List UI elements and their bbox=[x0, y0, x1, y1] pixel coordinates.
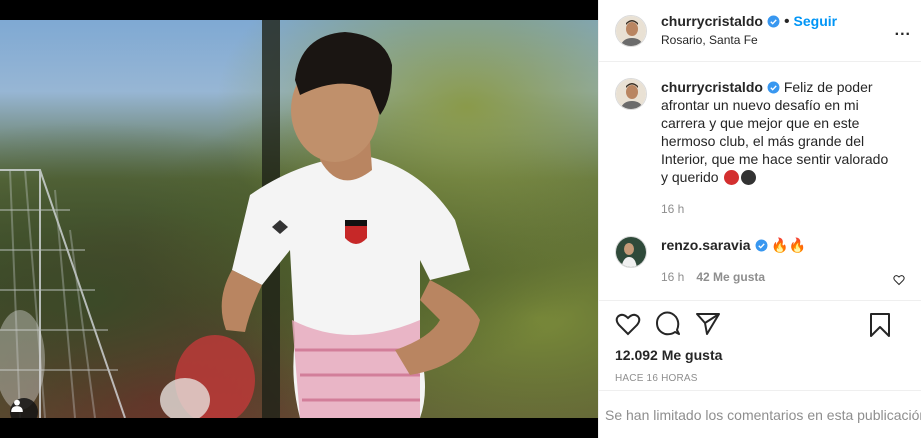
image-letterbox-bottom bbox=[0, 418, 598, 438]
verified-icon bbox=[755, 239, 767, 252]
post-photo[interactable] bbox=[0, 20, 598, 426]
caption-avatar-image bbox=[616, 79, 646, 109]
user-tag-icon bbox=[11, 399, 23, 412]
comment-likes[interactable]: 42 Me gusta bbox=[696, 270, 765, 284]
caption-row: churrycristaldo Feliz de poder afrontar … bbox=[615, 78, 905, 218]
post-timestamp[interactable]: hace 16 horas bbox=[615, 373, 905, 384]
post-header: churrycristaldo • Seguir Rosario, Santa Fe… bbox=[599, 0, 921, 62]
comments-limited-notice: Se han limitado los comentarios en esta … bbox=[599, 390, 921, 438]
comment-text: 🔥🔥 bbox=[771, 237, 807, 253]
save-button[interactable] bbox=[869, 313, 891, 342]
caption-time[interactable]: 16 h bbox=[661, 200, 897, 218]
author-avatar[interactable] bbox=[615, 14, 647, 47]
comments-area: churrycristaldo Feliz de poder afrontar … bbox=[599, 62, 921, 300]
verified-icon bbox=[767, 81, 780, 94]
author-avatar-image bbox=[616, 15, 646, 46]
commenter-avatar-image bbox=[616, 237, 646, 267]
photo-illustration bbox=[0, 20, 480, 418]
more-options-icon[interactable]: ... bbox=[895, 22, 911, 40]
like-button[interactable] bbox=[615, 312, 641, 341]
caption-author-avatar[interactable] bbox=[615, 78, 647, 110]
comment-row: renzo.saravia 🔥🔥 16 h 42 Me gusta bbox=[615, 236, 905, 286]
comment-button[interactable] bbox=[655, 311, 681, 342]
red-circle-emoji bbox=[724, 170, 740, 185]
image-letterbox-top bbox=[0, 0, 598, 20]
comment-time[interactable]: 16 h bbox=[661, 270, 684, 284]
separator-dot: • bbox=[783, 13, 790, 30]
author-username[interactable]: churrycristaldo bbox=[661, 13, 763, 29]
commenter-avatar[interactable] bbox=[615, 236, 647, 268]
follow-button[interactable]: Seguir bbox=[794, 13, 838, 29]
post-image-panel bbox=[0, 0, 598, 438]
commenter-username[interactable]: renzo.saravia bbox=[661, 237, 751, 253]
share-button[interactable] bbox=[695, 312, 721, 341]
post-side-panel: churrycristaldo • Seguir Rosario, Santa Fe… bbox=[598, 0, 921, 438]
heart-icon bbox=[615, 313, 641, 335]
post-location[interactable]: Rosario, Santa Fe bbox=[661, 31, 837, 49]
verified-icon bbox=[767, 15, 780, 28]
comment-like-heart-icon[interactable] bbox=[893, 274, 905, 286]
post-actions: 12.092 Me gusta hace 16 horas bbox=[599, 300, 921, 390]
share-icon bbox=[696, 312, 720, 335]
comment-icon bbox=[656, 311, 680, 335]
caption-author[interactable]: churrycristaldo bbox=[661, 79, 763, 95]
bookmark-icon bbox=[870, 313, 890, 337]
likes-count[interactable]: 12.092 Me gusta bbox=[615, 347, 905, 363]
black-circle-emoji bbox=[741, 170, 757, 185]
